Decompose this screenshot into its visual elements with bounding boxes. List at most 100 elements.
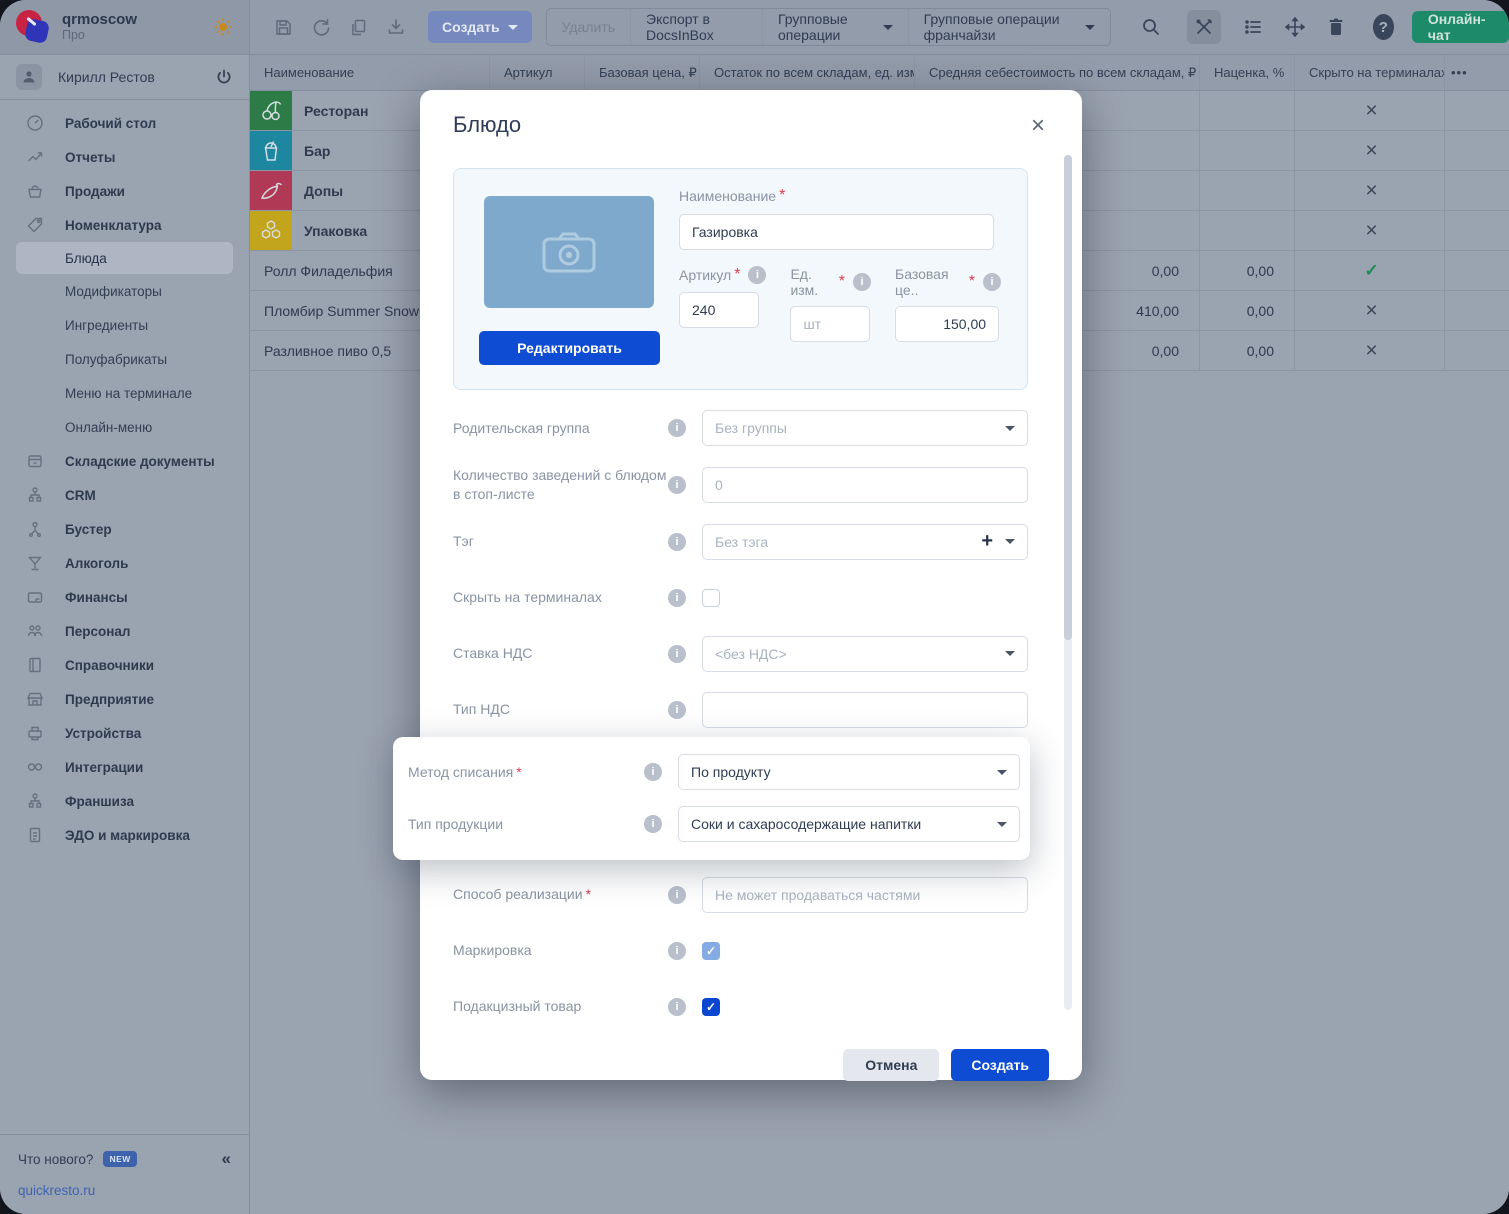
cherries-icon <box>250 91 292 130</box>
col-header-name[interactable]: Наименование <box>250 55 490 90</box>
vat-rate-select[interactable]: <без НДС> <box>702 636 1028 672</box>
chevron-down-icon <box>1085 25 1095 30</box>
col-header-markup[interactable]: Наценка, % <box>1200 55 1295 90</box>
export-docsinbox-button[interactable]: Экспорт в DocsInBox <box>630 9 762 45</box>
col-header-base-price[interactable]: Базовая цена, ₽ <box>585 55 700 90</box>
reports-icon <box>26 148 46 166</box>
chevron-down-icon <box>508 25 518 30</box>
sidebar-item-crm[interactable]: CRM <box>0 478 249 512</box>
sidebar-item-modifiers[interactable]: Модификаторы <box>0 274 249 308</box>
sidebar-item-reports[interactable]: Отчеты <box>0 140 249 174</box>
group-operations-franchise-button[interactable]: Групповые операции франчайзи <box>908 9 1110 45</box>
sidebar-item-online-menu[interactable]: Онлайн-меню <box>0 410 249 444</box>
sidebar-item-enterprise[interactable]: Предприятие <box>0 682 249 716</box>
base-price-input[interactable] <box>895 306 999 342</box>
sale-method-label: Способ реализации <box>453 886 583 902</box>
visible-check-mark: ✓ <box>1364 262 1378 279</box>
whats-new-link[interactable]: Что нового? <box>18 1152 93 1167</box>
online-chat-button[interactable]: Онлайн-чат <box>1412 11 1509 43</box>
info-icon[interactable]: i <box>668 533 686 551</box>
vat-type-input[interactable] <box>702 692 1028 728</box>
refresh-icon[interactable] <box>311 17 331 37</box>
theme-sun-icon[interactable] <box>213 17 233 37</box>
column-settings-button[interactable]: ••• <box>1445 55 1509 90</box>
save-icon[interactable] <box>274 18 293 37</box>
info-icon[interactable]: i <box>644 763 662 781</box>
sidebar-item-finance[interactable]: Финансы <box>0 580 249 614</box>
info-icon[interactable]: i <box>668 886 686 904</box>
trash-icon[interactable] <box>1327 17 1345 37</box>
modal-scrollbar-thumb[interactable] <box>1064 155 1072 640</box>
chevron-down-icon <box>1005 651 1015 656</box>
sidebar-item-devices[interactable]: Устройства <box>0 716 249 750</box>
sidebar-item-dashboard[interactable]: Рабочий стол <box>0 106 249 140</box>
quickresto-link[interactable]: quickresto.ru <box>18 1183 231 1198</box>
sidebar-item-terminal-menu[interactable]: Меню на терминале <box>0 376 249 410</box>
info-icon[interactable]: i <box>668 589 686 607</box>
tools-icon[interactable] <box>1187 10 1221 44</box>
cancel-button[interactable]: Отмена <box>843 1049 939 1081</box>
unit-input[interactable] <box>790 306 870 342</box>
list-view-icon[interactable] <box>1243 17 1263 37</box>
delete-button[interactable]: Удалить <box>547 9 630 45</box>
excise-checkbox[interactable]: ✓ <box>702 998 720 1016</box>
sidebar-item-directories[interactable]: Справочники <box>0 648 249 682</box>
info-icon[interactable]: i <box>668 942 686 960</box>
chevron-down-icon <box>1005 539 1015 544</box>
name-input[interactable] <box>679 214 994 250</box>
sidebar-item-ingredients[interactable]: Ингредиенты <box>0 308 249 342</box>
sku-input[interactable] <box>679 292 759 328</box>
help-icon[interactable]: ? <box>1373 14 1394 40</box>
info-icon[interactable]: i <box>983 273 1001 291</box>
sidebar-item-integrations[interactable]: Интеграции <box>0 750 249 784</box>
col-header-avg-cost[interactable]: Средняя себестоимость по всем складам, ₽ <box>915 55 1200 90</box>
tag-select[interactable]: Без тэга+ <box>702 524 1028 560</box>
info-icon[interactable]: i <box>668 998 686 1016</box>
hide-on-terminals-checkbox[interactable] <box>702 589 720 607</box>
sidebar-item-nomenclature[interactable]: Номенклатура <box>0 208 249 242</box>
sidebar-item-semifinished[interactable]: Полуфабрикаты <box>0 342 249 376</box>
close-icon[interactable]: × <box>1027 112 1049 140</box>
sidebar-item-warehouse-docs[interactable]: Складские документы <box>0 444 249 478</box>
group-operations-button[interactable]: Групповые операции <box>762 9 908 45</box>
download-icon[interactable] <box>386 17 406 37</box>
info-icon[interactable]: i <box>668 419 686 437</box>
info-icon[interactable]: i <box>748 266 766 284</box>
col-header-stock[interactable]: Остаток по всем складам, ед. изм. <box>700 55 915 90</box>
info-icon[interactable]: i <box>644 815 662 833</box>
marking-checkbox[interactable]: ✓ <box>702 942 720 960</box>
info-icon[interactable]: i <box>668 645 686 663</box>
product-type-select[interactable]: Соки и сахаросодержащие напитки <box>678 806 1020 842</box>
hide-on-terminals-label: Скрыть на терминалах <box>453 588 668 607</box>
create-submit-button[interactable]: Создать <box>951 1049 1049 1081</box>
sku-label: Артикул <box>679 267 731 283</box>
hidden-cross-mark: × <box>1365 340 1377 361</box>
info-icon[interactable]: i <box>668 701 686 719</box>
sidebar-item-sales[interactable]: Продажи <box>0 174 249 208</box>
sidebar-item-booster[interactable]: Бустер <box>0 512 249 546</box>
move-icon[interactable] <box>1285 17 1305 37</box>
edit-photo-button[interactable]: Редактировать <box>479 331 660 365</box>
sidebar-item-alcohol[interactable]: Алкоголь <box>0 546 249 580</box>
col-header-sku[interactable]: Артикул <box>490 55 585 90</box>
collapse-sidebar-icon[interactable]: « <box>222 1149 231 1169</box>
photo-placeholder[interactable] <box>484 196 654 308</box>
table-header: Наименование Артикул Базовая цена, ₽ Ост… <box>250 55 1509 91</box>
info-icon[interactable]: i <box>668 476 686 494</box>
sidebar-item-franchise[interactable]: Франшиза <box>0 784 249 818</box>
sidebar-item-dishes[interactable]: Блюда <box>16 242 233 274</box>
sidebar-item-staff[interactable]: Персонал <box>0 614 249 648</box>
sidebar-item-edo[interactable]: ЭДО и маркировка <box>0 818 249 852</box>
col-header-hidden[interactable]: Скрыто на терминалах <box>1295 55 1445 90</box>
add-tag-icon[interactable]: + <box>981 530 993 553</box>
pepper-icon <box>250 171 292 210</box>
copy-icon[interactable] <box>349 18 368 37</box>
sale-method-input[interactable] <box>702 877 1028 913</box>
writeoff-method-select[interactable]: По продукту <box>678 754 1020 790</box>
search-icon[interactable] <box>1141 17 1161 37</box>
parent-group-select[interactable]: Без группы <box>702 410 1028 446</box>
info-icon[interactable]: i <box>853 273 871 291</box>
logout-power-icon[interactable] <box>215 68 233 86</box>
stoplist-count-input[interactable] <box>702 467 1028 503</box>
create-button[interactable]: Создать <box>428 11 532 43</box>
